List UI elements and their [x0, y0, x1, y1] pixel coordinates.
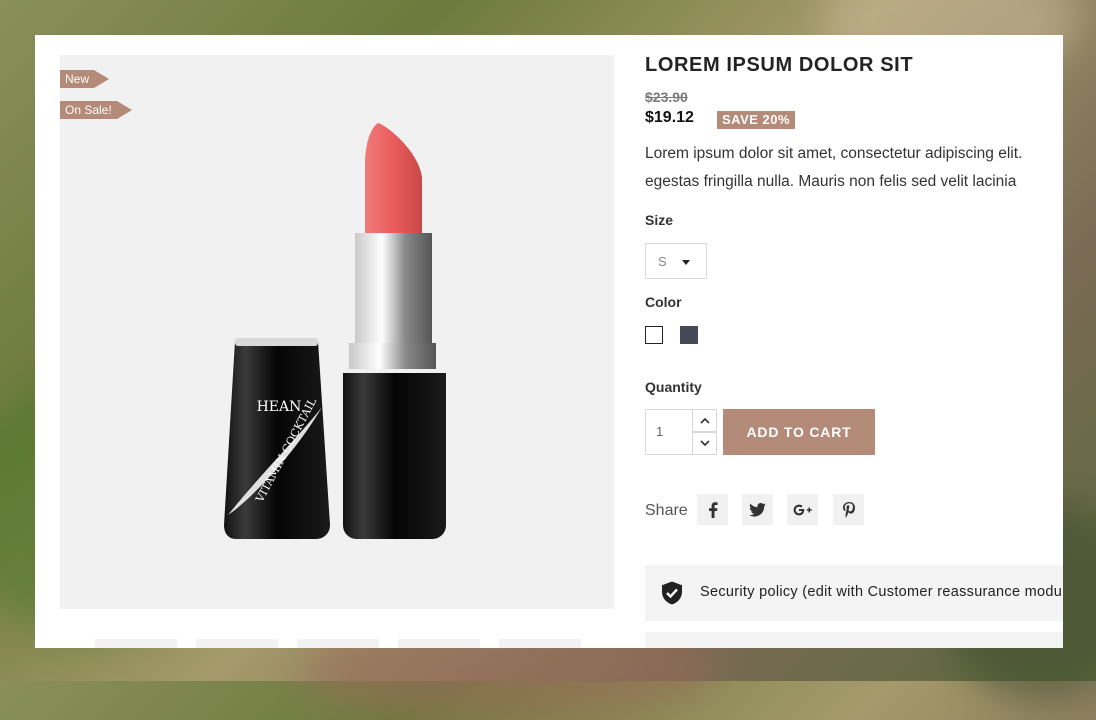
quickview-modal: New On Sale! HEAN VITAMIN COCKTAIL LOREM… [35, 35, 1063, 648]
facebook-share-button[interactable] [697, 494, 728, 525]
description-line: egestas fringilla nulla. Mauris non feli… [645, 173, 1017, 190]
product-info: LOREM IPSUM DOLOR SIT $23.90 $19.12 SAVE… [645, 35, 1063, 648]
thumbnail[interactable] [398, 639, 480, 648]
product-image-panel: New On Sale! HEAN VITAMIN COCKTAIL [60, 55, 614, 609]
quantity-label: Quantity [645, 379, 702, 395]
quantity-input[interactable]: 1 [645, 409, 693, 455]
description-line: Lorem ipsum dolor sit amet, consectetur … [645, 145, 1023, 162]
reassurance-text: Security policy (edit with Customer reas… [700, 584, 1063, 600]
color-swatch-dark-gray[interactable] [680, 326, 698, 344]
quantity-decrease-button[interactable] [692, 432, 717, 455]
product-title: LOREM IPSUM DOLOR SIT [645, 54, 914, 76]
product-brand-text: HEAN [257, 399, 302, 415]
chevron-up-icon [699, 417, 710, 424]
pinterest-share-button[interactable] [833, 494, 864, 525]
thumbnail[interactable] [297, 639, 379, 648]
product-description: Lorem ipsum dolor sit amet, consectetur … [645, 140, 1063, 196]
reassurance-block [645, 632, 1063, 648]
google-plus-icon [793, 504, 812, 515]
twitter-share-button[interactable] [742, 494, 773, 525]
thumbnail[interactable] [95, 639, 177, 648]
current-price: $19.12 [645, 109, 694, 126]
google-plus-share-button[interactable] [787, 494, 818, 525]
chevron-down-icon [699, 440, 710, 447]
discount-badge: SAVE 20% [717, 111, 796, 129]
product-image: HEAN VITAMIN COCKTAIL [224, 123, 446, 539]
quantity-value: 1 [656, 424, 664, 439]
reassurance-block: Security policy (edit with Customer reas… [645, 565, 1063, 621]
facebook-icon [708, 501, 717, 518]
pinterest-icon [842, 501, 855, 518]
quantity-increase-button[interactable] [692, 409, 717, 432]
regular-price: $23.90 [645, 89, 688, 105]
size-label: Size [645, 212, 674, 228]
size-select[interactable]: S [645, 243, 707, 279]
size-value: S [658, 254, 667, 269]
color-label: Color [645, 294, 682, 310]
add-to-cart-button[interactable]: ADD TO CART [723, 409, 875, 455]
thumbnail[interactable] [196, 639, 278, 648]
twitter-icon [749, 502, 766, 517]
thumbnail[interactable] [499, 639, 581, 648]
share-label: Share [645, 502, 688, 519]
color-swatch-white[interactable] [645, 326, 663, 344]
shield-check-icon [662, 581, 682, 605]
caret-down-icon [682, 260, 690, 265]
